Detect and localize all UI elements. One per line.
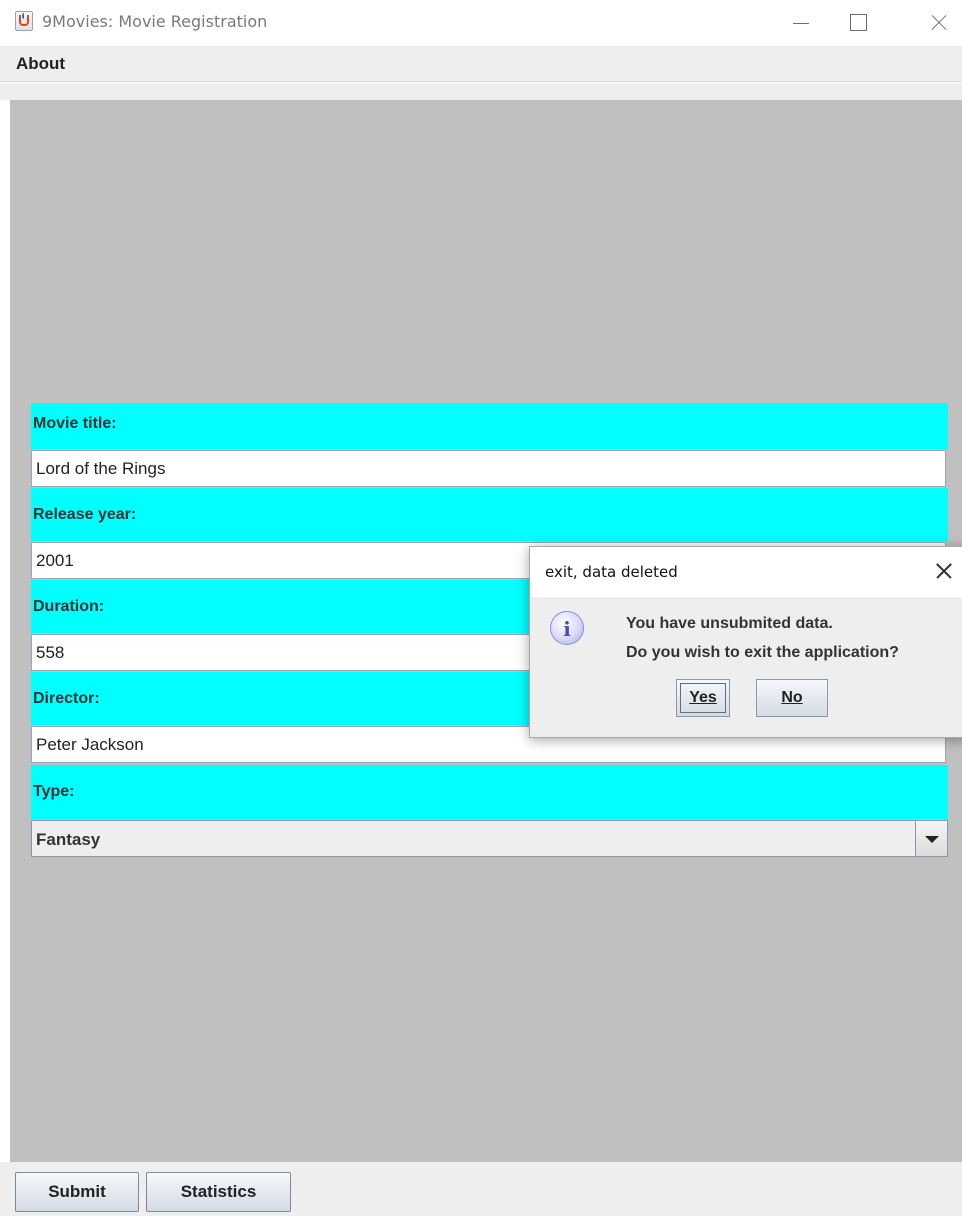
release-year-label-row: Release year: <box>31 488 948 541</box>
info-icon: i <box>550 611 584 645</box>
toolbar-strip <box>0 83 962 100</box>
dialog-message-line-2: Do you wish to exit the application? <box>626 644 899 661</box>
dialog-message-line-1: You have unsubmited data. <box>626 615 833 632</box>
bottom-bar: Submit Statistics <box>0 1162 962 1216</box>
movie-title-label: Movie title: <box>33 415 117 432</box>
java-cup-icon <box>15 11 33 31</box>
menu-bar: About <box>0 46 962 82</box>
no-button[interactable]: No <box>756 679 828 717</box>
type-label-row: Type: <box>31 765 948 819</box>
menu-about[interactable]: About <box>16 54 65 74</box>
minimize-icon[interactable] <box>782 6 826 38</box>
movie-title-label-row: Movie title: <box>31 403 948 449</box>
dialog-title: exit, data deleted <box>545 563 678 581</box>
director-label: Director: <box>33 690 100 707</box>
chevron-down-icon[interactable] <box>915 821 947 856</box>
window-titlebar: 9Movies: Movie Registration <box>0 0 962 46</box>
movie-title-input[interactable]: Lord of the Rings <box>31 450 946 487</box>
window-title: 9Movies: Movie Registration <box>42 12 268 31</box>
dialog-titlebar: exit, data deleted <box>530 547 962 597</box>
dialog-close-icon[interactable] <box>932 559 956 583</box>
yes-button[interactable]: Yes <box>676 679 730 717</box>
statistics-button[interactable]: Statistics <box>146 1172 291 1212</box>
type-select[interactable]: Fantasy <box>31 820 948 857</box>
maximize-icon[interactable] <box>840 6 884 38</box>
release-year-label: Release year: <box>33 506 137 523</box>
exit-confirm-dialog: exit, data deleted i You have unsubmited… <box>529 546 962 738</box>
type-select-value: Fantasy <box>36 830 101 849</box>
submit-button[interactable]: Submit <box>15 1172 139 1212</box>
type-label: Type: <box>33 783 75 800</box>
duration-label: Duration: <box>33 598 105 615</box>
close-icon[interactable] <box>914 6 958 38</box>
